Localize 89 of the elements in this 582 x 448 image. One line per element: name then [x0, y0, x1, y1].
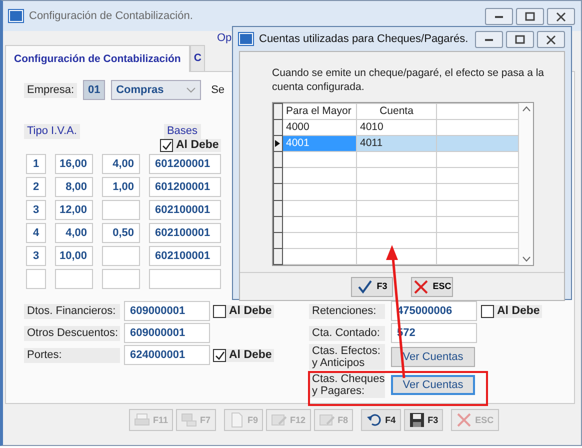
dropdown-caret-icon: [186, 87, 196, 93]
edit-icon: [318, 412, 335, 428]
save-icon: [408, 412, 425, 428]
company-code: 01: [83, 80, 106, 100]
column-header: Para el Mayor: [282, 104, 356, 120]
view-accounts-button[interactable]: Ver Cuentas: [391, 375, 475, 395]
cancel-button[interactable]: ESC: [411, 276, 453, 296]
toolbar-button[interactable]: F4: [361, 409, 401, 431]
maximize-button[interactable]: [506, 30, 534, 48]
account-field[interactable]: 601200001: [149, 154, 221, 174]
view-accounts-button[interactable]: Ver Cuentas: [391, 347, 475, 367]
field-label: Dtos. Financieros:: [24, 304, 120, 318]
field-label: Ctas. Efectos: y Anticipos: [309, 344, 385, 370]
field-label: Portes:: [24, 348, 120, 362]
value-field[interactable]: 2: [26, 177, 46, 197]
row-pointer-icon: [274, 138, 282, 148]
column-header: Tipo I.V.A.: [24, 124, 80, 139]
value-field[interactable]: 10,00: [55, 246, 93, 266]
close-button[interactable]: [547, 8, 575, 24]
field-label: Ctas. Cheques y Pagares:: [309, 372, 385, 398]
checkmark-icon: [161, 140, 172, 151]
value-field[interactable]: 12,00: [55, 200, 93, 220]
toolbar-button[interactable]: F3: [404, 409, 444, 431]
minimize-button[interactable]: [475, 30, 503, 48]
value-field[interactable]: 4: [26, 223, 46, 243]
value-field[interactable]: [102, 200, 140, 220]
field-label: Se: [211, 84, 225, 96]
value-field[interactable]: 3: [26, 246, 46, 266]
column-header: Bases: [164, 124, 201, 139]
al-debe-checkbox[interactable]: Al Debe: [160, 139, 221, 152]
account-field[interactable]: 609000001: [124, 323, 210, 343]
table-row[interactable]: 4001 4011: [274, 136, 519, 152]
value-field[interactable]: [102, 246, 140, 266]
account-field[interactable]: 602100001: [149, 200, 221, 220]
computer-icon: [181, 412, 198, 428]
page-icon: [228, 412, 245, 428]
window-title: Configuración de Contabilización.: [29, 10, 193, 22]
value-field[interactable]: [102, 269, 140, 289]
message-text: Cuando se emite un cheque/pagaré, el efecto se pasa a la cuenta configurada.: [272, 67, 544, 93]
account-field[interactable]: [149, 269, 221, 289]
tab[interactable]: Configuración de Contabilización: [5, 45, 190, 72]
undo-icon: [366, 412, 382, 428]
field-label: Empresa:: [24, 82, 78, 98]
maximize-icon: [514, 34, 526, 44]
tab[interactable]: C: [190, 45, 206, 71]
field-label: Cta. Contado:: [309, 326, 385, 340]
account-field[interactable]: 624000001: [124, 345, 210, 365]
field-label: Otros Descuentos:: [24, 326, 120, 340]
account-field[interactable]: 609000001: [124, 301, 210, 321]
dialog-title: Cuentas utilizadas para Cheques/Pagarés.: [259, 32, 468, 46]
maximize-button[interactable]: [516, 8, 544, 24]
close-icon: [555, 10, 567, 22]
value-field[interactable]: 4,00: [55, 223, 93, 243]
minimize-button[interactable]: [485, 8, 513, 24]
value-field[interactable]: 1,00: [102, 177, 140, 197]
value-field[interactable]: 0,50: [102, 223, 140, 243]
al-debe-checkbox[interactable]: Al Debe: [213, 304, 274, 318]
value-field[interactable]: 3: [26, 200, 46, 220]
edit-icon: [271, 412, 288, 428]
scroll-down-icon: [522, 256, 531, 262]
close-icon: [545, 34, 557, 44]
al-debe-checkbox[interactable]: Al Debe: [213, 348, 274, 362]
value-field[interactable]: 16,00: [55, 154, 93, 174]
app-icon: [9, 10, 23, 22]
column-header: Cuenta: [356, 104, 436, 120]
value-field[interactable]: 1: [26, 154, 46, 174]
account-field[interactable]: 601200001: [149, 177, 221, 197]
table-cell: 4001: [282, 136, 356, 152]
check-icon: [356, 278, 373, 294]
al-debe-checkbox[interactable]: Al Debe: [481, 304, 542, 318]
field-label: Retenciones:: [309, 304, 385, 318]
confirm-button[interactable]: F3: [351, 276, 393, 296]
close-icon: [456, 412, 472, 428]
account-field[interactable]: 602100001: [149, 223, 221, 243]
scroll-up-icon: [522, 106, 531, 112]
value-field[interactable]: [55, 269, 93, 289]
printer-icon: [134, 412, 150, 428]
value-field[interactable]: 4,00: [102, 154, 140, 174]
close-button[interactable]: [537, 30, 565, 48]
checkmark-icon: [214, 350, 225, 360]
app-icon: [239, 33, 253, 45]
table-cell: 4011: [356, 136, 436, 152]
close-icon: [412, 278, 429, 294]
company-dropdown[interactable]: Compras: [111, 80, 202, 100]
account-field[interactable]: 602100001: [149, 246, 221, 266]
value-field[interactable]: 8,00: [55, 177, 93, 197]
options-link[interactable]: Op: [217, 32, 232, 44]
maximize-icon: [524, 10, 536, 22]
value-field[interactable]: [26, 269, 46, 289]
